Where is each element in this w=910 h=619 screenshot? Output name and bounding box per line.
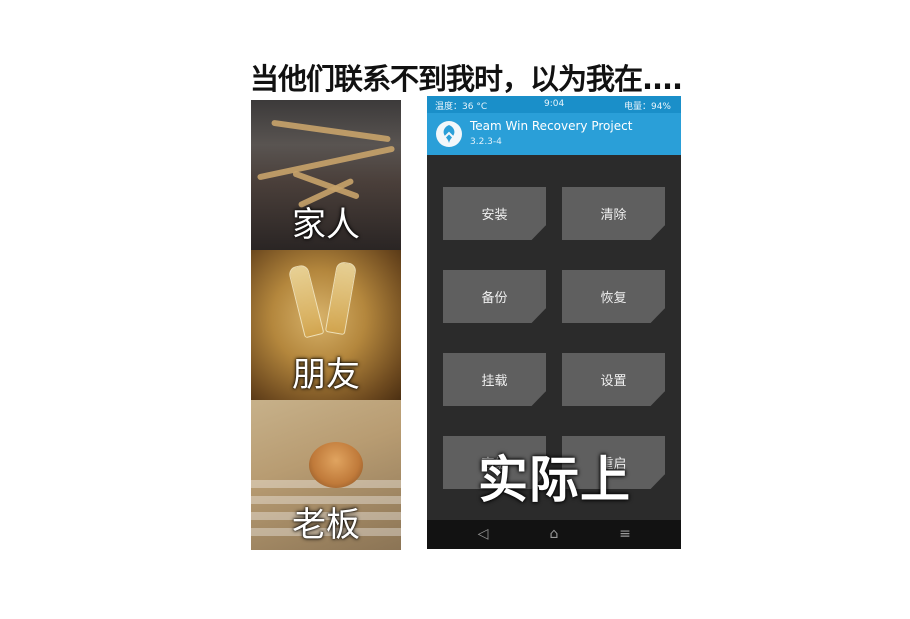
photo-label-friends: 朋友 bbox=[292, 355, 360, 395]
back-icon[interactable]: ◁ bbox=[473, 526, 493, 542]
mount-button[interactable]: 挂载 bbox=[443, 353, 546, 406]
status-battery: 电量：94% bbox=[623, 102, 671, 112]
meme-headline: 当他们联系不到我时，以为我在.... bbox=[250, 62, 683, 96]
twrp-logo-icon bbox=[436, 121, 462, 147]
status-temperature: 温度：36 °C bbox=[435, 102, 488, 112]
photo-label-family: 家人 bbox=[292, 205, 360, 245]
app-title: Team Win Recovery Project bbox=[470, 119, 633, 133]
settings-button[interactable]: 设置 bbox=[562, 353, 665, 406]
app-version: 3.2.3-4 bbox=[470, 137, 502, 147]
menu-icon[interactable]: ≡ bbox=[615, 526, 635, 542]
photo-friends: 朋友 bbox=[251, 250, 401, 400]
status-bar: 温度：36 °C 9:04 电量：94% bbox=[427, 96, 681, 113]
nav-bar: ◁ ⌂ ≡ bbox=[427, 520, 681, 549]
home-icon[interactable]: ⌂ bbox=[544, 526, 564, 542]
app-header: Team Win Recovery Project 3.2.3-4 bbox=[427, 113, 681, 155]
sleeping-dog-image bbox=[309, 442, 363, 488]
backup-button[interactable]: 备份 bbox=[443, 270, 546, 323]
install-button[interactable]: 安装 bbox=[443, 187, 546, 240]
photo-label-boss: 老板 bbox=[292, 505, 360, 545]
overlay-caption: 实际上 bbox=[478, 451, 631, 509]
restore-button[interactable]: 恢复 bbox=[562, 270, 665, 323]
photo-family: 家人 bbox=[251, 100, 401, 250]
wipe-button[interactable]: 清除 bbox=[562, 187, 665, 240]
status-time: 9:04 bbox=[544, 99, 565, 109]
photo-boss: 老板 bbox=[251, 400, 401, 550]
